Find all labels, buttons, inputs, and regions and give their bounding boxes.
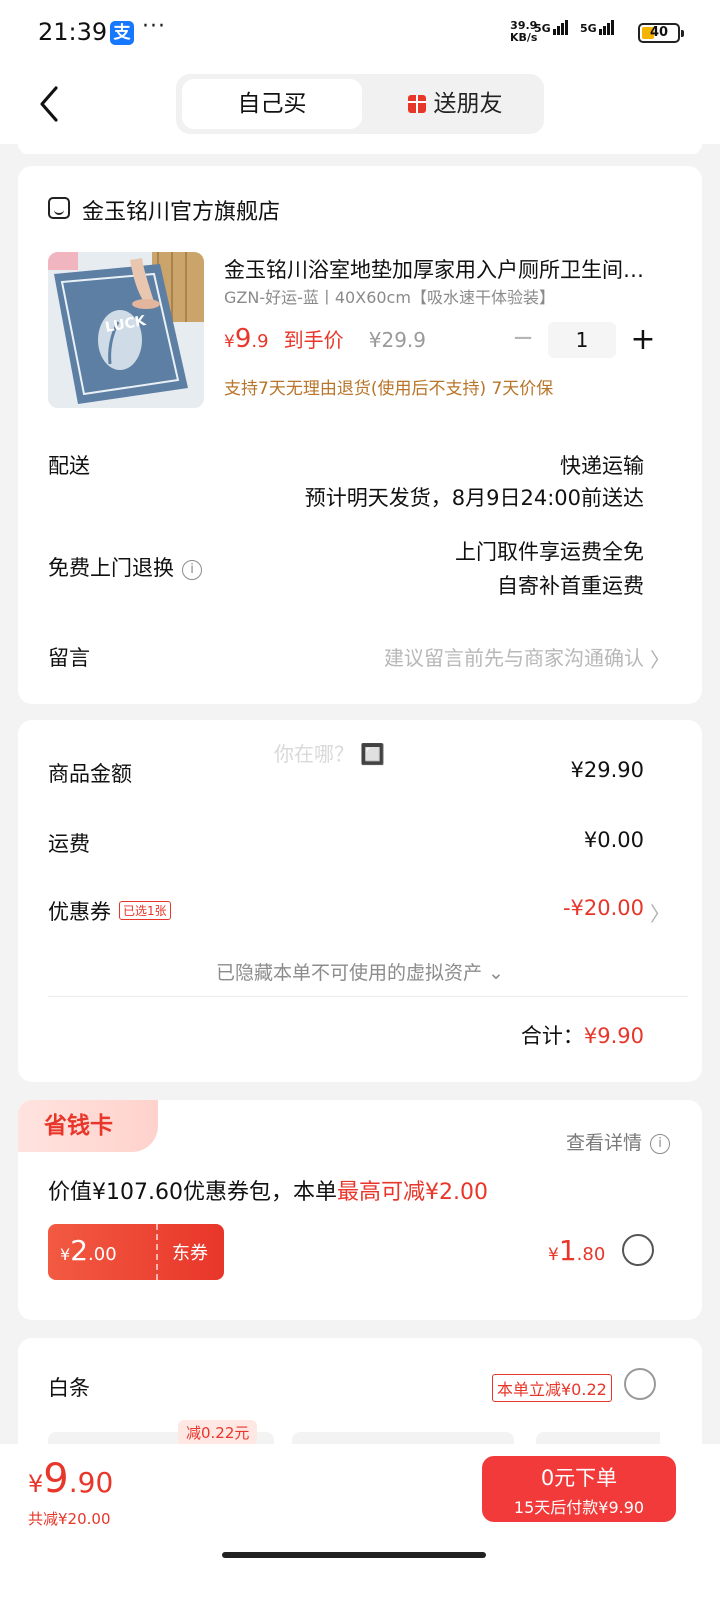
checkout-bar: ¥9.90 共减¥20.00 0元下单 15天后付款¥9.90: [0, 1444, 720, 1600]
view-details-label: 查看详情: [565, 1132, 642, 1154]
currency-symbol: ¥: [60, 1245, 71, 1264]
view-details-link[interactable]: 查看详情 i: [566, 1128, 670, 1155]
info-icon[interactable]: i: [182, 560, 202, 580]
gift-icon: [407, 95, 426, 113]
tab-send-to-friend[interactable]: 送朋友: [372, 79, 538, 129]
original-price: ¥29.9: [368, 328, 427, 352]
price-row: ¥9.9 到手价 ¥29.9: [224, 324, 426, 354]
saver-select-radio[interactable]: [622, 1234, 654, 1266]
currency-symbol: ¥: [224, 332, 235, 352]
delivery-method[interactable]: 快递运输: [560, 450, 644, 480]
quantity-decrease-button[interactable]: −: [512, 325, 534, 351]
signal-label-2: 5G: [580, 22, 597, 35]
ticket-decimal: .00: [88, 1244, 117, 1265]
bottom-price-integer: 9: [43, 1456, 69, 1502]
return-pickup-note: 上门取件享运费全免: [455, 540, 644, 564]
bath-mat-illustration: LUCK: [48, 252, 204, 408]
status-bar: 21:39 支 ··· 39.9 KB/s 5G 5G 40: [0, 0, 720, 66]
saver-price-integer: 1: [558, 1234, 577, 1267]
ticket-integer: 2: [70, 1234, 89, 1267]
product-title[interactable]: 金玉铭川浴室地垫加厚家用入户厕所卫生间吸水防滑脚垫: [224, 254, 664, 284]
info-icon: i: [650, 1134, 670, 1154]
coupon-label: 优惠券: [48, 900, 111, 924]
shipping-label: 运费: [48, 832, 90, 856]
previous-card-edge: [18, 144, 702, 154]
tab-gift-label: 送朋友: [433, 91, 503, 117]
product-image[interactable]: LUCK: [48, 252, 204, 408]
total-saved: 共减¥20.00: [28, 1510, 111, 1528]
total-label: 合计：: [520, 1024, 584, 1048]
chevron-right-icon[interactable]: 〉: [650, 898, 670, 927]
order-card: 金玉铭川官方旗舰店 LUCK 金玉铭川浴室地垫加厚家用入户厕所卫生间吸水防滑脚垫…: [18, 166, 702, 704]
ticket-name: 东券: [172, 1243, 208, 1264]
installment-discount-badge: 减0.22元: [178, 1420, 258, 1445]
chevron-right-icon[interactable]: 〉: [650, 644, 670, 673]
currency-symbol: ¥: [548, 1245, 559, 1265]
saver-card-badge: 省钱卡: [18, 1100, 158, 1152]
place-order-button[interactable]: 0元下单 15天后付款¥9.90: [482, 1456, 676, 1522]
total-amount: ¥9.90: [583, 1024, 644, 1048]
price-decimal: .9: [251, 331, 269, 352]
signal-label-1: 5G: [534, 22, 551, 35]
coupon-discount-value[interactable]: -¥20.00: [563, 896, 644, 920]
current-price: ¥9.9: [224, 324, 269, 354]
free-return-label: 免费上门退换: [48, 556, 174, 580]
purchase-mode-toggle: 自己买 送朋友: [176, 74, 544, 134]
status-time: 21:39: [38, 18, 108, 46]
coupon-selected-badge: 已选1张: [119, 901, 171, 920]
return-self-ship-note: 自寄补首重运费: [497, 574, 644, 598]
home-indicator[interactable]: [222, 1552, 486, 1558]
bottom-price-decimal: .90: [68, 1466, 114, 1499]
nav-bar: 自己买 送朋友: [0, 66, 720, 144]
coupon-ticket[interactable]: ¥2.00 东券: [48, 1224, 224, 1280]
final-price-tag: 到手价: [283, 328, 344, 352]
more-dots-icon: ···: [142, 14, 166, 39]
place-order-label: 0元下单: [540, 1466, 618, 1490]
place-order-sublabel: 15天后付款¥9.90: [513, 1498, 645, 1517]
saver-description: 价值¥107.60优惠券包，本单最高可减¥2.00: [48, 1174, 488, 1206]
quantity-increase-button[interactable]: +: [630, 322, 656, 358]
coupon-row[interactable]: 优惠券 已选1张: [48, 896, 171, 926]
ticket-amount: ¥2.00: [60, 1234, 117, 1267]
tab-buy-for-self[interactable]: 自己买: [182, 79, 362, 129]
battery-level: 40: [649, 25, 669, 40]
baitiao-select-radio[interactable]: [624, 1368, 656, 1400]
hidden-assets-toggle[interactable]: 已隐藏本单不可使用的虚拟资产 ⌄: [18, 958, 702, 985]
shop-icon: [48, 197, 70, 219]
saver-price-decimal: .80: [576, 1244, 606, 1265]
order-total: 合计：¥9.90: [521, 1020, 644, 1050]
baitiao-promo-badge: 本单立减¥0.22: [492, 1374, 612, 1402]
service-guarantee-note: 支持7天无理由退货(使用后不支持) 7天价保: [224, 379, 554, 399]
shipping-value: ¥0.00: [583, 828, 644, 852]
divider: [48, 996, 688, 997]
signal-icon: 5G: [534, 20, 569, 35]
quantity-value[interactable]: 1: [548, 322, 616, 358]
currency-symbol: ¥: [28, 1470, 44, 1498]
back-arrow-icon[interactable]: [36, 84, 66, 124]
shop-name[interactable]: 金玉铭川官方旗舰店: [82, 194, 280, 226]
product-spec[interactable]: GZN-好运-蓝丨40X60cm【吸水速干体验装】: [224, 284, 555, 308]
saver-card: 省钱卡 查看详情 i 价值¥107.60优惠券包，本单最高可减¥2.00 ¥2.0…: [18, 1100, 702, 1320]
alipay-icon: 支: [110, 21, 134, 45]
price-summary-card: 你在哪？ 🔲 商品金额 ¥29.90 运费 ¥0.00 优惠券 已选1张 -¥20…: [18, 720, 702, 1082]
remark-label: 留言: [48, 646, 90, 670]
price-integer: 9: [234, 324, 252, 354]
delivery-label: 配送: [48, 454, 90, 478]
battery-icon: 40: [638, 23, 684, 43]
floating-watermark: 你在哪？ 🔲: [274, 742, 386, 766]
saver-price: ¥1.80: [548, 1234, 605, 1267]
free-return-row[interactable]: 免费上门退换 i: [48, 552, 202, 582]
remark-placeholder[interactable]: 建议留言前先与商家沟通确认: [384, 642, 644, 671]
signal-icon-2: 5G: [580, 20, 615, 35]
goods-amount-label: 商品金额: [48, 762, 132, 786]
baitiao-label: 白条: [48, 1376, 90, 1400]
goods-amount-value: ¥29.90: [570, 758, 644, 782]
delivery-eta: 预计明天发货，8月9日24:00前送达: [304, 486, 644, 510]
bottom-total-price: ¥9.90: [28, 1456, 113, 1502]
saver-desc-highlight: 最高可减¥2.00: [336, 1180, 488, 1205]
saver-desc-prefix: 价值¥107.60优惠券包，本单: [48, 1180, 337, 1205]
